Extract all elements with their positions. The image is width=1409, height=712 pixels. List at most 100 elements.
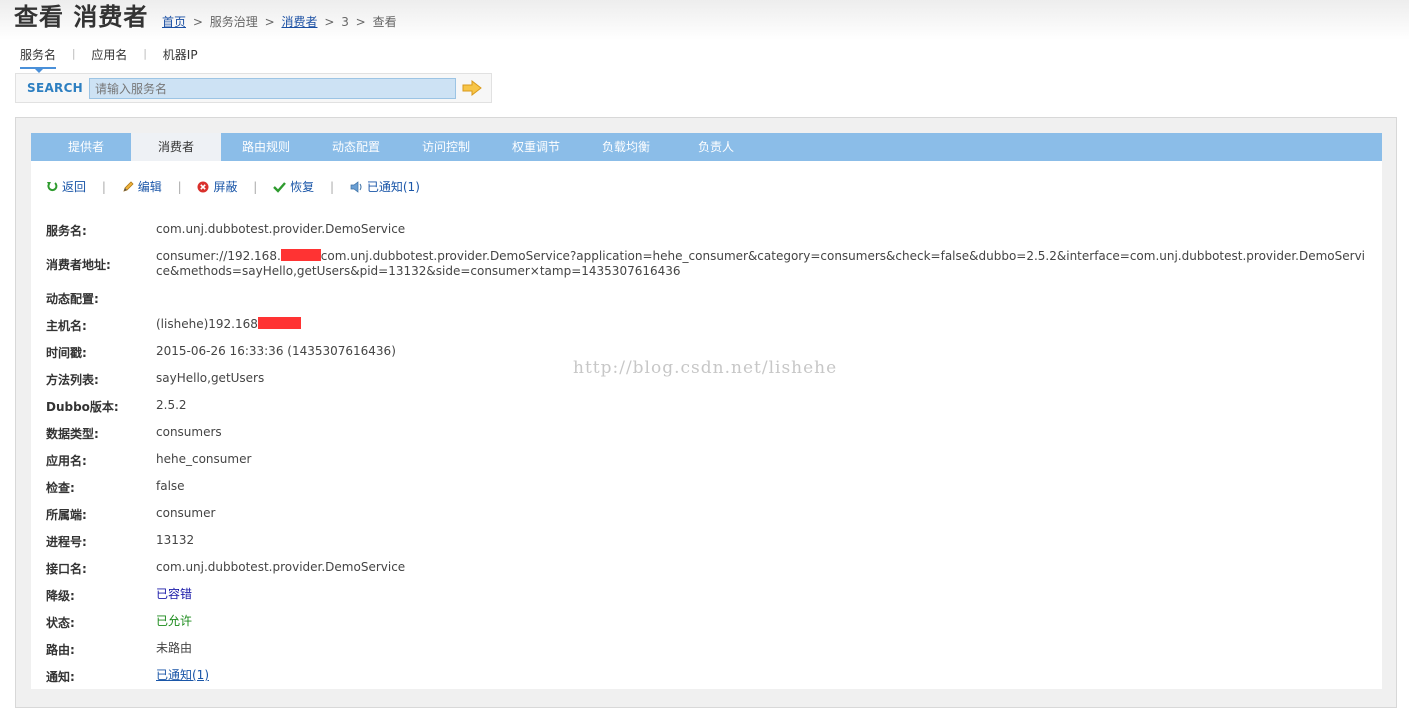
detail-value: com.unj.dubbotest.provider.DemoService (156, 560, 406, 574)
edit-button[interactable]: 编辑 (122, 178, 162, 195)
tab-providers[interactable]: 提供者 (41, 133, 131, 161)
detail-value: 2.5.2 (156, 398, 187, 412)
block-label: 屏蔽 (213, 180, 238, 194)
hostname-text: (lishehe)192.168 (156, 317, 258, 331)
detail-value: (lishehe)192.168 (156, 317, 1368, 332)
detail-row-data-type: 数据类型: consumers (46, 422, 1376, 449)
degrade-status: 已容错 (156, 587, 193, 601)
search-type-tabs: 服务名 | 应用名 | 机器IP (20, 47, 198, 73)
search-tab-separator: | (143, 47, 147, 60)
breadcrumb-separator: > (355, 15, 366, 29)
detail-value: sayHello,getUsers (156, 371, 265, 385)
search-tab-separator: | (71, 47, 76, 60)
detail-row-pid: 进程号: 13132 (46, 530, 1376, 557)
detail-label: 消费者地址: (46, 258, 111, 272)
detail-row-timestamp: 时间戳: 2015-06-26 16:33:36 (1435307616436) (46, 341, 1376, 368)
redaction-mark (280, 249, 321, 261)
detail-label: 方法列表: (46, 373, 99, 387)
checkmark-icon (273, 182, 287, 193)
breadcrumb-id: 3 (341, 15, 349, 29)
detail-row-side: 所属端: consumer (46, 503, 1376, 530)
detail-row-notify: 通知: 已通知(1) (46, 665, 1376, 692)
detail-label: 所属端: (46, 508, 87, 522)
back-button[interactable]: 返回 (46, 178, 86, 195)
detail-row-status: 状态: 已允许 (46, 611, 1376, 638)
breadcrumb: 首页 > 服务治理 > 消费者 > 3 > 查看 (162, 13, 397, 30)
detail-label: Dubbo版本: (46, 400, 119, 414)
detail-row-interface: 接口名: com.unj.dubbotest.provider.DemoServ… (46, 557, 1376, 584)
search-box: SEARCH (15, 73, 492, 103)
action-separator: | (177, 179, 182, 194)
detail-label: 服务名: (46, 224, 87, 238)
top-header-bar: 查看 消费者 首页 > 服务治理 > 消费者 > 3 > 查看 (0, 0, 1409, 40)
redaction-mark (257, 317, 301, 329)
detail-label: 降级: (46, 589, 75, 603)
detail-row-dynamic-config: 动态配置: (46, 287, 1376, 314)
consumer-detail-panel: 提供者 消费者 路由规则 动态配置 访问控制 权重调节 负载均衡 负责人 返回 … (15, 117, 1397, 708)
detail-label: 接口名: (46, 562, 87, 576)
detail-value: 13132 (156, 533, 195, 547)
detail-value: false (156, 479, 185, 493)
breadcrumb-consumers-link[interactable]: 消费者 (281, 15, 317, 29)
detail-row-dubbo-version: Dubbo版本: 2.5.2 (46, 395, 1376, 422)
detail-value: 2015-06-26 16:33:36 (1435307616436) (156, 344, 396, 358)
detail-label: 路由: (46, 643, 75, 657)
action-separator: | (101, 179, 106, 194)
block-icon (197, 181, 209, 193)
search-label: SEARCH (27, 81, 84, 95)
detail-label: 通知: (46, 670, 75, 684)
detail-row-check: 检查: false (46, 476, 1376, 503)
detail-row-hostname: 主机名: (lishehe)192.168 (46, 314, 1376, 341)
tab-routes[interactable]: 路由规则 (221, 133, 311, 161)
notified-label: 已通知(1) (366, 180, 420, 194)
breadcrumb-separator: > (264, 15, 275, 29)
detail-value: consumers (156, 425, 222, 439)
back-arrow-icon (47, 182, 58, 192)
address-suffix: com.unj.dubbotest.provider.DemoService?a… (156, 249, 1366, 278)
tab-access-control[interactable]: 访问控制 (401, 133, 491, 161)
tab-weights[interactable]: 权重调节 (491, 133, 581, 161)
block-button[interactable]: 屏蔽 (197, 178, 237, 195)
breadcrumb-separator: > (192, 15, 203, 29)
detail-label: 数据类型: (46, 427, 99, 441)
detail-value: consumer://192.168. com.unj.dubbotest.pro… (156, 249, 1368, 279)
breadcrumb-service-governance: 服务治理 (209, 15, 258, 29)
breadcrumb-separator: > (324, 15, 335, 29)
consumer-details: 服务名: com.unj.dubbotest.provider.DemoServ… (46, 219, 1376, 692)
governance-tab-bar: 提供者 消费者 路由规则 动态配置 访问控制 权重调节 负载均衡 负责人 (31, 133, 1382, 161)
tab-load-balance[interactable]: 负载均衡 (581, 133, 671, 161)
tab-overrides[interactable]: 动态配置 (311, 133, 401, 161)
notify-link[interactable]: 已通知(1) (156, 668, 1368, 683)
tab-owners[interactable]: 负责人 (671, 133, 761, 161)
detail-value: consumer (156, 506, 216, 520)
detail-value: hehe_consumer (156, 452, 252, 466)
notified-button[interactable]: 已通知(1) (350, 178, 420, 195)
back-label: 返回 (62, 180, 87, 194)
detail-row-route: 路由: 未路由 (46, 638, 1376, 665)
action-separator: | (253, 179, 258, 194)
search-tab-machine-ip[interactable]: 机器IP (163, 47, 198, 67)
detail-row-consumer-address: 消费者地址: consumer://192.168. com.unj.dubbot… (46, 246, 1376, 287)
detail-label: 进程号: (46, 535, 87, 549)
detail-label: 时间戳: (46, 346, 87, 360)
tab-consumers[interactable]: 消费者 (131, 133, 221, 161)
search-input[interactable] (89, 78, 456, 99)
search-tab-application-name[interactable]: 应用名 (91, 47, 127, 67)
detail-value: 未路由 (156, 641, 193, 655)
search-tab-service-name[interactable]: 服务名 (20, 47, 57, 73)
detail-label: 主机名: (46, 319, 87, 333)
detail-row-application: 应用名: hehe_consumer (46, 449, 1376, 476)
action-toolbar: 返回 | 编辑 | 屏蔽 | 恢复 | 已通知(1) (46, 178, 420, 195)
status-badge: 已允许 (156, 614, 193, 628)
pencil-icon (123, 181, 134, 192)
detail-row-service: 服务名: com.unj.dubbotest.provider.DemoServ… (46, 219, 1376, 246)
address-prefix: consumer://192.168. (156, 249, 281, 263)
search-go-arrow-icon[interactable] (462, 79, 482, 97)
edit-label: 编辑 (137, 180, 162, 194)
breadcrumb-home-link[interactable]: 首页 (162, 15, 186, 29)
detail-row-methods: 方法列表: sayHello,getUsers (46, 368, 1376, 395)
restore-button[interactable]: 恢复 (273, 178, 314, 195)
speaker-icon (350, 181, 362, 193)
detail-value: com.unj.dubbotest.provider.DemoService (156, 222, 406, 236)
detail-label: 动态配置: (46, 292, 99, 306)
